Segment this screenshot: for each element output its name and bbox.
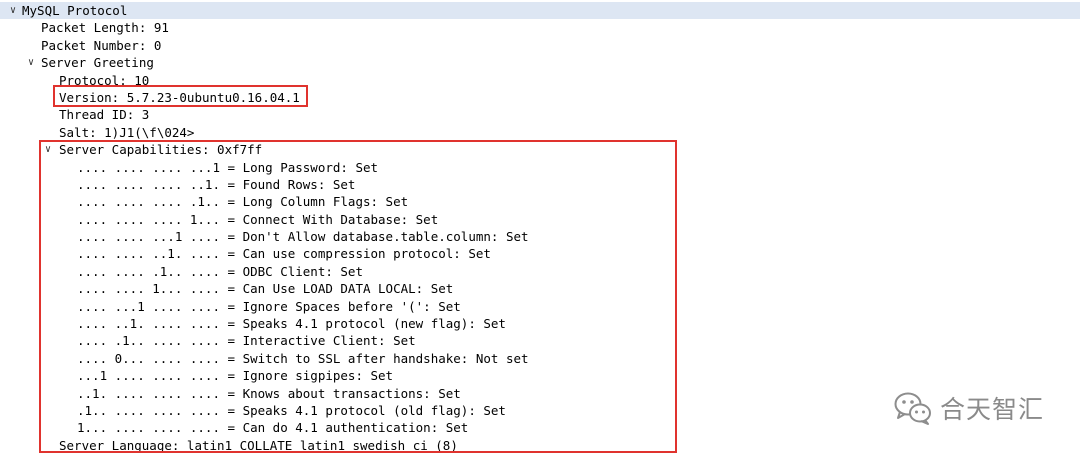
capability-flag[interactable]: .... .... .... ...1 = Long Password: Set [0, 159, 1080, 176]
capability-flag[interactable]: .... .... ...1 .... = Don't Allow databa… [0, 228, 1080, 245]
capability-flag[interactable]: .... ...1 .... .... = Ignore Spaces befo… [0, 298, 1080, 315]
chevron-down-icon[interactable]: ∨ [25, 54, 37, 71]
tree-item-protocol[interactable]: Protocol: 10 [0, 72, 1080, 89]
tree-item-label: MySQL Protocol [22, 3, 128, 18]
tree-item-salt[interactable]: Salt: 1)J1(\f\024> [0, 124, 1080, 141]
tree-item-label: Protocol: 10 [59, 72, 150, 88]
capability-flag[interactable]: .... .... .... 1... = Connect With Datab… [0, 211, 1080, 228]
capability-flag[interactable]: ...1 .... .... .... = Ignore sigpipes: S… [0, 367, 1080, 384]
tree-item-server-greeting[interactable]: ∨ Server Greeting [0, 54, 1080, 71]
tree-item-server-language[interactable]: Server Language: latin1 COLLATE latin1 s… [0, 437, 1080, 454]
tree-item-mysql-protocol[interactable]: ∨ MySQL Protocol [0, 2, 1080, 20]
capability-label: .... ..1. .... .... = Speaks 4.1 protoco… [77, 316, 506, 332]
tree-item-label: Salt: 1)J1(\f\024> [59, 124, 195, 140]
tree-item-label: Server Language: latin1 COLLATE latin1 s… [59, 437, 458, 453]
tree-item-packet-length[interactable]: Packet Length: 91 [0, 19, 1080, 36]
tree-item-server-capabilities[interactable]: ∨ Server Capabilities: 0xf7ff [0, 141, 1080, 158]
capability-flag[interactable]: .... .1.. .... .... = Interactive Client… [0, 332, 1080, 349]
tree-item-label: Packet Number: 0 [41, 37, 162, 53]
capability-label: ...1 .... .... .... = Ignore sigpipes: S… [77, 368, 394, 384]
capability-flag[interactable]: .... .... .... .1.. = Long Column Flags:… [0, 193, 1080, 210]
capability-label: .... .1.. .... .... = Interactive Client… [77, 333, 416, 349]
capability-label: 1... .... .... .... = Can do 4.1 authent… [77, 420, 469, 436]
tree-item-version[interactable]: Version: 5.7.23-0ubuntu0.16.04.1 [0, 89, 1080, 106]
capability-flag[interactable]: .... .... 1... .... = Can Use LOAD DATA … [0, 280, 1080, 297]
capability-label: .... 0... .... .... = Switch to SSL afte… [77, 350, 529, 366]
capability-flag[interactable]: .... .... .1.. .... = ODBC Client: Set [0, 263, 1080, 280]
tree-item-packet-number[interactable]: Packet Number: 0 [0, 37, 1080, 54]
capability-label: .... ...1 .... .... = Ignore Spaces befo… [77, 298, 461, 314]
tree-item-label: Server Capabilities: 0xf7ff [59, 142, 263, 158]
capability-label: .... .... .1.. .... = ODBC Client: Set [77, 263, 363, 279]
tree-item-label: Version: 5.7.23-0ubuntu0.16.04.1 [59, 89, 300, 105]
wechat-icon [894, 392, 931, 425]
chevron-down-icon[interactable]: ∨ [7, 2, 19, 19]
packet-details-tree: ∨ MySQL Protocol Packet Length: 91 Packe… [0, 2, 1080, 454]
capability-label: .... .... .... .1.. = Long Column Flags:… [77, 194, 409, 210]
capability-flag[interactable]: .... .... ..1. .... = Can use compressio… [0, 245, 1080, 262]
capability-label: .... .... 1... .... = Can Use LOAD DATA … [77, 281, 454, 297]
capability-label: .... .... .... ...1 = Long Password: Set [77, 159, 379, 175]
capability-label: .... .... ..1. .... = Can use compressio… [77, 246, 491, 262]
tree-item-label: Server Greeting [41, 55, 154, 71]
capability-label: .... .... .... 1... = Connect With Datab… [77, 211, 439, 227]
watermark: 合天智汇 [894, 388, 1044, 428]
capability-label: ..1. .... .... .... = Knows about transa… [77, 385, 461, 401]
tree-item-thread-id[interactable]: Thread ID: 3 [0, 106, 1080, 123]
capability-label: .... .... ...1 .... = Don't Allow databa… [77, 229, 529, 245]
capability-label: .1.. .... .... .... = Speaks 4.1 protoco… [77, 402, 506, 418]
watermark-text: 合天智汇 [940, 395, 1045, 424]
capability-flag[interactable]: .... .... .... ..1. = Found Rows: Set [0, 176, 1080, 193]
capability-flag[interactable]: .... 0... .... .... = Switch to SSL afte… [0, 350, 1080, 367]
capability-label: .... .... .... ..1. = Found Rows: Set [77, 176, 356, 192]
chevron-down-icon[interactable]: ∨ [42, 141, 54, 158]
tree-item-label: Thread ID: 3 [59, 107, 150, 123]
tree-item-label: Packet Length: 91 [41, 20, 169, 36]
capability-flag[interactable]: .... ..1. .... .... = Speaks 4.1 protoco… [0, 315, 1080, 332]
